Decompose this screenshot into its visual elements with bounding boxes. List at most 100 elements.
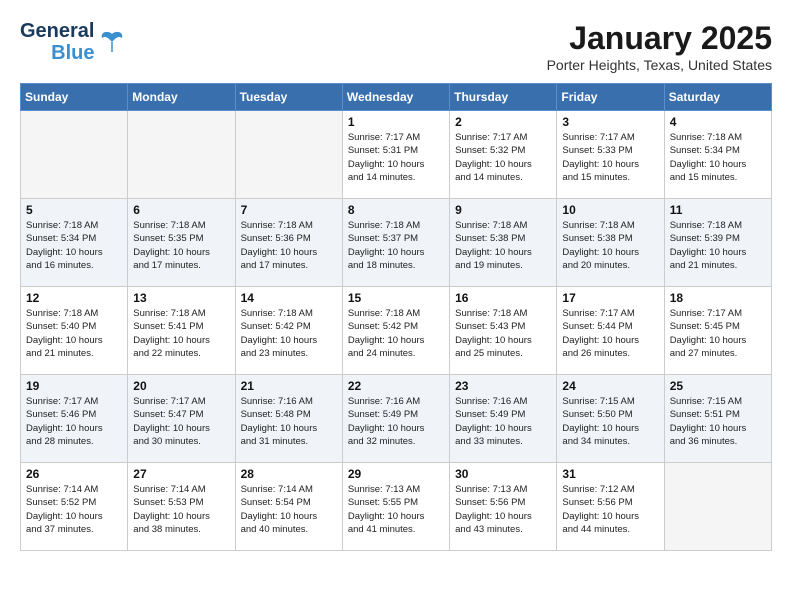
day-number: 13 [133, 291, 229, 305]
calendar-day-cell: 24Sunrise: 7:15 AM Sunset: 5:50 PM Dayli… [557, 375, 664, 463]
day-number: 22 [348, 379, 444, 393]
calendar-day-cell: 29 Sunrise: 7:13 AM Sunset: 5:55 PM Dayli… [342, 463, 449, 551]
day-info: Sunrise: 7:16 AM Sunset: 5:48 PM Dayligh… [241, 395, 337, 448]
weekday-header-friday: Friday [557, 84, 664, 111]
weekday-header-thursday: Thursday [450, 84, 557, 111]
calendar-day-cell: 12 Sunrise: 7:18 AM Sunset: 5:40 PM Dayli… [21, 287, 128, 375]
calendar-day-cell: 15 Sunrise: 7:18 AM Sunset: 5:42 PM Dayli… [342, 287, 449, 375]
day-number: 5 [26, 203, 122, 217]
day-info: Sunrise: 7:18 AM Sunset: 5:36 PM Dayligh… [241, 219, 337, 272]
day-number: 17 [562, 291, 658, 305]
day-info: Sunrise: 7:14 AM Sunset: 5:54 PM Dayligh… [241, 483, 337, 536]
day-number: 19 [26, 379, 122, 393]
day-info: Sunrise: 7:17 AM Sunset: 5:46 PM Dayligh… [26, 395, 122, 448]
month-title: January 2025 [547, 20, 772, 57]
calendar-day-cell: 14 Sunrise: 7:18 AM Sunset: 5:42 PM Dayli… [235, 287, 342, 375]
day-info: Sunrise: 7:18 AM Sunset: 5:41 PM Dayligh… [133, 307, 229, 360]
calendar-day-cell: 8 Sunrise: 7:18 AM Sunset: 5:37 PM Daylig… [342, 199, 449, 287]
weekday-header-saturday: Saturday [664, 84, 771, 111]
day-number: 8 [348, 203, 444, 217]
day-info: Sunrise: 7:15 AM Sunset: 5:50 PM Dayligh… [562, 395, 658, 448]
logo-blue: Blue [51, 42, 94, 64]
day-number: 31 [562, 467, 658, 481]
calendar-table: SundayMondayTuesdayWednesdayThursdayFrid… [20, 83, 772, 551]
day-number: 30 [455, 467, 551, 481]
page-header: General Blue January 2025 Porter Heights… [20, 20, 772, 73]
day-number: 23 [455, 379, 551, 393]
day-number: 12 [26, 291, 122, 305]
day-info: Sunrise: 7:13 AM Sunset: 5:55 PM Dayligh… [348, 483, 444, 536]
calendar-day-cell: 22 Sunrise: 7:16 AM Sunset: 5:49 PM Dayli… [342, 375, 449, 463]
calendar-day-cell: 28 Sunrise: 7:14 AM Sunset: 5:54 PM Dayli… [235, 463, 342, 551]
weekday-header-sunday: Sunday [21, 84, 128, 111]
day-number: 6 [133, 203, 229, 217]
day-info: Sunrise: 7:18 AM Sunset: 5:42 PM Dayligh… [241, 307, 337, 360]
day-number: 11 [670, 203, 766, 217]
calendar-day-cell [235, 111, 342, 199]
calendar-day-cell: 27Sunrise: 7:14 AM Sunset: 5:53 PM Dayli… [128, 463, 235, 551]
calendar-day-cell [21, 111, 128, 199]
day-number: 14 [241, 291, 337, 305]
day-info: Sunrise: 7:16 AM Sunset: 5:49 PM Dayligh… [348, 395, 444, 448]
day-info: Sunrise: 7:16 AM Sunset: 5:49 PM Dayligh… [455, 395, 551, 448]
day-info: Sunrise: 7:18 AM Sunset: 5:34 PM Dayligh… [26, 219, 122, 272]
day-info: Sunrise: 7:14 AM Sunset: 5:53 PM Dayligh… [133, 483, 229, 536]
calendar-day-cell: 23 Sunrise: 7:16 AM Sunset: 5:49 PM Dayli… [450, 375, 557, 463]
calendar-day-cell: 3 Sunrise: 7:17 AM Sunset: 5:33 PM Daylig… [557, 111, 664, 199]
calendar-week-row: 26Sunrise: 7:14 AM Sunset: 5:52 PM Dayli… [21, 463, 772, 551]
calendar-day-cell: 19 Sunrise: 7:17 AM Sunset: 5:46 PM Dayli… [21, 375, 128, 463]
calendar-week-row: 19 Sunrise: 7:17 AM Sunset: 5:46 PM Dayli… [21, 375, 772, 463]
day-number: 4 [670, 115, 766, 129]
day-number: 21 [241, 379, 337, 393]
day-number: 28 [241, 467, 337, 481]
day-info: Sunrise: 7:18 AM Sunset: 5:38 PM Dayligh… [562, 219, 658, 272]
weekday-header-row: SundayMondayTuesdayWednesdayThursdayFrid… [21, 84, 772, 111]
calendar-day-cell: 2 Sunrise: 7:17 AM Sunset: 5:32 PM Daylig… [450, 111, 557, 199]
calendar-day-cell: 5 Sunrise: 7:18 AM Sunset: 5:34 PM Daylig… [21, 199, 128, 287]
day-number: 2 [455, 115, 551, 129]
day-info: Sunrise: 7:17 AM Sunset: 5:44 PM Dayligh… [562, 307, 658, 360]
weekday-header-monday: Monday [128, 84, 235, 111]
day-info: Sunrise: 7:18 AM Sunset: 5:38 PM Dayligh… [455, 219, 551, 272]
day-info: Sunrise: 7:18 AM Sunset: 5:37 PM Dayligh… [348, 219, 444, 272]
calendar-day-cell: 10 Sunrise: 7:18 AM Sunset: 5:38 PM Dayli… [557, 199, 664, 287]
day-info: Sunrise: 7:17 AM Sunset: 5:47 PM Dayligh… [133, 395, 229, 448]
day-info: Sunrise: 7:17 AM Sunset: 5:33 PM Dayligh… [562, 131, 658, 184]
calendar-day-cell [128, 111, 235, 199]
day-info: Sunrise: 7:14 AM Sunset: 5:52 PM Dayligh… [26, 483, 122, 536]
day-info: Sunrise: 7:18 AM Sunset: 5:43 PM Dayligh… [455, 307, 551, 360]
calendar-day-cell: 18Sunrise: 7:17 AM Sunset: 5:45 PM Dayli… [664, 287, 771, 375]
day-number: 3 [562, 115, 658, 129]
calendar-day-cell: 21 Sunrise: 7:16 AM Sunset: 5:48 PM Dayli… [235, 375, 342, 463]
logo-bird-icon [98, 28, 126, 56]
day-info: Sunrise: 7:18 AM Sunset: 5:34 PM Dayligh… [670, 131, 766, 184]
day-number: 16 [455, 291, 551, 305]
day-info: Sunrise: 7:17 AM Sunset: 5:31 PM Dayligh… [348, 131, 444, 184]
day-number: 29 [348, 467, 444, 481]
day-number: 7 [241, 203, 337, 217]
calendar-day-cell: 25Sunrise: 7:15 AM Sunset: 5:51 PM Dayli… [664, 375, 771, 463]
day-number: 9 [455, 203, 551, 217]
calendar-day-cell: 13 Sunrise: 7:18 AM Sunset: 5:41 PM Dayli… [128, 287, 235, 375]
calendar-day-cell: 9 Sunrise: 7:18 AM Sunset: 5:38 PM Daylig… [450, 199, 557, 287]
calendar-day-cell: 7 Sunrise: 7:18 AM Sunset: 5:36 PM Daylig… [235, 199, 342, 287]
calendar-day-cell: 1 Sunrise: 7:17 AM Sunset: 5:31 PM Daylig… [342, 111, 449, 199]
day-info: Sunrise: 7:12 AM Sunset: 5:56 PM Dayligh… [562, 483, 658, 536]
day-info: Sunrise: 7:18 AM Sunset: 5:39 PM Dayligh… [670, 219, 766, 272]
logo-general: General [20, 20, 94, 42]
day-number: 1 [348, 115, 444, 129]
calendar-day-cell: 4 Sunrise: 7:18 AM Sunset: 5:34 PM Daylig… [664, 111, 771, 199]
logo: General Blue [20, 20, 126, 64]
calendar-day-cell [664, 463, 771, 551]
day-info: Sunrise: 7:18 AM Sunset: 5:40 PM Dayligh… [26, 307, 122, 360]
calendar-day-cell: 20Sunrise: 7:17 AM Sunset: 5:47 PM Dayli… [128, 375, 235, 463]
day-number: 10 [562, 203, 658, 217]
day-info: Sunrise: 7:15 AM Sunset: 5:51 PM Dayligh… [670, 395, 766, 448]
calendar-day-cell: 17 Sunrise: 7:17 AM Sunset: 5:44 PM Dayli… [557, 287, 664, 375]
day-info: Sunrise: 7:17 AM Sunset: 5:32 PM Dayligh… [455, 131, 551, 184]
day-info: Sunrise: 7:18 AM Sunset: 5:42 PM Dayligh… [348, 307, 444, 360]
weekday-header-tuesday: Tuesday [235, 84, 342, 111]
weekday-header-wednesday: Wednesday [342, 84, 449, 111]
location-text: Porter Heights, Texas, United States [547, 57, 772, 73]
day-number: 15 [348, 291, 444, 305]
